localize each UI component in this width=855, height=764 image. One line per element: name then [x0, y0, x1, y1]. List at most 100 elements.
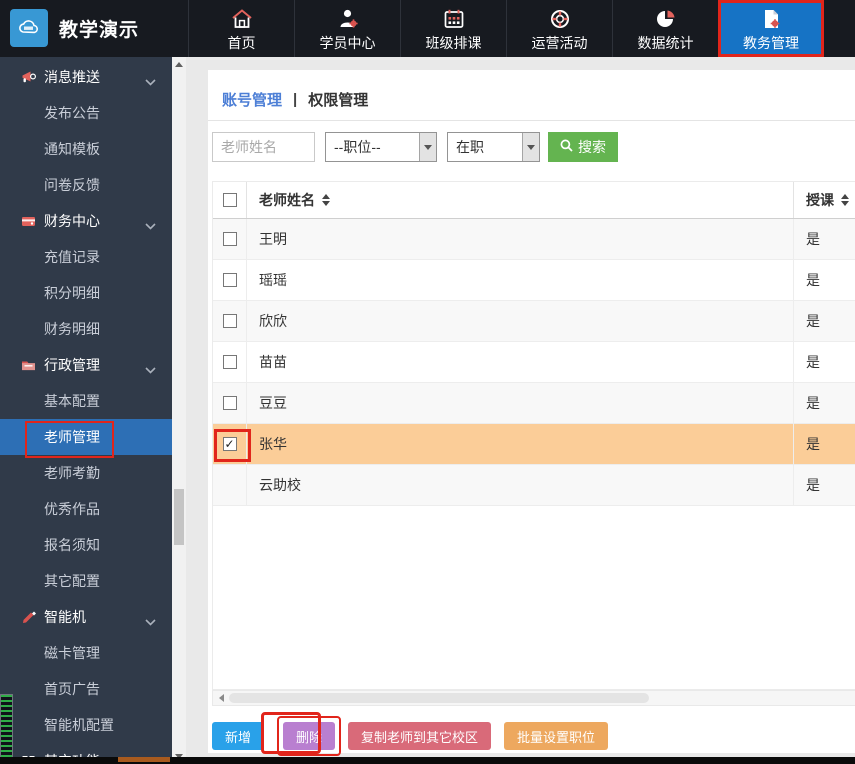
delete-button[interactable]: 删除	[283, 722, 336, 750]
search-button[interactable]: 搜索	[548, 132, 618, 162]
app-window: 教学演示 首页 学员中心 班级排课 运营活动 数据统计 教务管理 消息推送 发布…	[0, 0, 855, 764]
sidebar-item-survey-feedback[interactable]: 问卷反馈	[0, 167, 172, 203]
tab-account-management[interactable]: 账号管理	[222, 89, 282, 110]
student-icon	[335, 5, 361, 31]
table-row-selected[interactable]: ✓ 张华 是	[213, 424, 855, 465]
batch-set-position-button[interactable]: 批量设置职位	[504, 722, 609, 750]
nav-tab-home[interactable]: 首页	[188, 0, 294, 57]
delete-button-highlight: 删除	[277, 716, 342, 756]
teacher-name-cell: 豆豆	[247, 383, 794, 423]
nav-tab-statistics[interactable]: 数据统计	[612, 0, 718, 57]
sidebar-item-excellent-works[interactable]: 优秀作品	[0, 491, 172, 527]
table-row[interactable]: 苗苗 是	[213, 342, 855, 383]
app-title: 教学演示	[59, 19, 140, 41]
add-button[interactable]: 新增	[212, 722, 265, 750]
teaches-cell: 是	[806, 436, 820, 452]
search-toolbar: --职位-- 在职 搜索	[212, 132, 618, 162]
sidebar-item-basic-config[interactable]: 基本配置	[0, 383, 172, 419]
sidebar-item-publish-notice[interactable]: 发布公告	[0, 95, 172, 131]
table-row[interactable]: 云助校 是	[213, 465, 855, 506]
top-navigation-bar: 教学演示 首页 学员中心 班级排课 运营活动 数据统计 教务管理	[0, 0, 855, 57]
table-horizontal-scrollbar[interactable]	[212, 690, 855, 706]
sidebar-item-finance-detail[interactable]: 财务明细	[0, 311, 172, 347]
nav-tab-label: 运营活动	[531, 34, 588, 51]
sidebar-group-label: 消息推送	[44, 69, 100, 85]
sort-icon[interactable]	[841, 194, 849, 206]
nav-tab-label: 首页	[227, 34, 256, 51]
column-header-teacher-name[interactable]: 老师姓名	[259, 190, 315, 210]
floating-widget[interactable]	[0, 694, 13, 764]
status-select-value: 在职	[456, 139, 484, 155]
nav-tab-academic-management[interactable]: 教务管理	[718, 0, 824, 57]
teacher-name-cell: 欣欣	[247, 301, 794, 341]
sidebar-item-recharge-records[interactable]: 充值记录	[0, 239, 172, 275]
table-row[interactable]: 王明 是	[213, 219, 855, 260]
scroll-left-arrow[interactable]	[213, 694, 229, 702]
teacher-name-cell: 苗苗	[247, 342, 794, 382]
position-select[interactable]: --职位--	[325, 132, 437, 162]
select-all-checkbox[interactable]	[222, 193, 237, 207]
row-checkbox[interactable]	[222, 396, 237, 410]
nav-tabs: 首页 学员中心 班级排课 运营活动 数据统计 教务管理	[188, 0, 824, 57]
chevron-down-icon	[145, 361, 156, 377]
scrollbar-thumb[interactable]	[174, 489, 184, 545]
copy-teachers-button[interactable]: 复制老师到其它校区	[348, 722, 492, 750]
statistics-icon	[653, 5, 679, 31]
status-select[interactable]: 在职	[447, 132, 540, 162]
sidebar-item-teacher-management[interactable]: 老师管理	[0, 419, 172, 455]
scroll-up-arrow[interactable]	[172, 57, 186, 72]
sidebar-item-smart-machine-config[interactable]: 智能机配置	[0, 707, 172, 743]
chevron-down-icon	[145, 217, 156, 233]
row-checkbox[interactable]	[222, 232, 237, 246]
sidebar-item-teacher-attendance[interactable]: 老师考勤	[0, 455, 172, 491]
teacher-name-cell: 王明	[247, 219, 794, 259]
table-row[interactable]: 欣欣 是	[213, 301, 855, 342]
scrollbar-thumb[interactable]	[229, 693, 649, 703]
sidebar-group-label: 智能机	[44, 609, 86, 625]
chevron-down-icon	[419, 133, 436, 161]
teacher-name-input[interactable]	[212, 132, 315, 162]
row-checkbox-checked[interactable]: ✓	[222, 437, 237, 451]
row-checkbox[interactable]	[222, 314, 237, 328]
chevron-down-icon	[522, 133, 539, 161]
pen-icon	[19, 608, 37, 626]
sidebar-group-finance-center[interactable]: 财务中心	[0, 203, 172, 239]
sidebar-item-homepage-ads[interactable]: 首页广告	[0, 671, 172, 707]
sidebar-group-smart-machine[interactable]: 智能机	[0, 599, 172, 635]
sidebar-item-enrollment-notes[interactable]: 报名须知	[0, 527, 172, 563]
schedule-icon	[441, 5, 467, 31]
column-header-teaches[interactable]: 授课	[806, 190, 834, 210]
row-checkbox[interactable]	[222, 273, 237, 287]
bottom-orange-indicator	[118, 757, 170, 762]
table-row[interactable]: 瑶瑶 是	[213, 260, 855, 301]
nav-tab-operations[interactable]: 运营活动	[506, 0, 612, 57]
teacher-table: 老师姓名 授课 王明 是 瑶瑶 是 欣欣 是 苗苗 是 豆豆 是 ✓ 张华 是 …	[212, 181, 855, 690]
sidebar-group-message-push[interactable]: 消息推送	[0, 59, 172, 95]
sidebar-group-admin-management[interactable]: 行政管理	[0, 347, 172, 383]
brand: 教学演示	[10, 9, 139, 47]
nav-tab-class-schedule[interactable]: 班级排课	[400, 0, 506, 57]
sidebar-item-points-detail[interactable]: 积分明细	[0, 275, 172, 311]
divider	[208, 120, 855, 121]
sidebar-item-notify-template[interactable]: 通知模板	[0, 131, 172, 167]
teaches-cell: 是	[806, 231, 820, 247]
home-icon	[229, 5, 255, 31]
nav-tab-student-center[interactable]: 学员中心	[294, 0, 400, 57]
table-header-row: 老师姓名 授课	[213, 182, 855, 219]
tab-permission-management[interactable]: 权限管理	[308, 89, 368, 110]
row-checkbox[interactable]	[222, 355, 237, 369]
megaphone-icon	[19, 68, 37, 86]
sidebar-scrollbar[interactable]	[172, 57, 186, 764]
table-row[interactable]: 豆豆 是	[213, 383, 855, 424]
nav-tab-label: 学员中心	[319, 34, 376, 51]
sidebar-menu: 消息推送 发布公告 通知模板 问卷反馈 财务中心 充值记录 积分明细 财务明细	[0, 57, 172, 764]
sort-icon[interactable]	[322, 194, 330, 206]
nav-tab-label: 教务管理	[743, 34, 799, 51]
teaches-cell: 是	[806, 272, 820, 288]
chevron-down-icon	[145, 613, 156, 629]
sidebar-item-other-config[interactable]: 其它配置	[0, 563, 172, 599]
teacher-name-cell: 瑶瑶	[247, 260, 794, 300]
teacher-name-cell: 张华	[247, 424, 794, 464]
sidebar-item-card-management[interactable]: 磁卡管理	[0, 635, 172, 671]
academic-icon	[758, 5, 784, 31]
